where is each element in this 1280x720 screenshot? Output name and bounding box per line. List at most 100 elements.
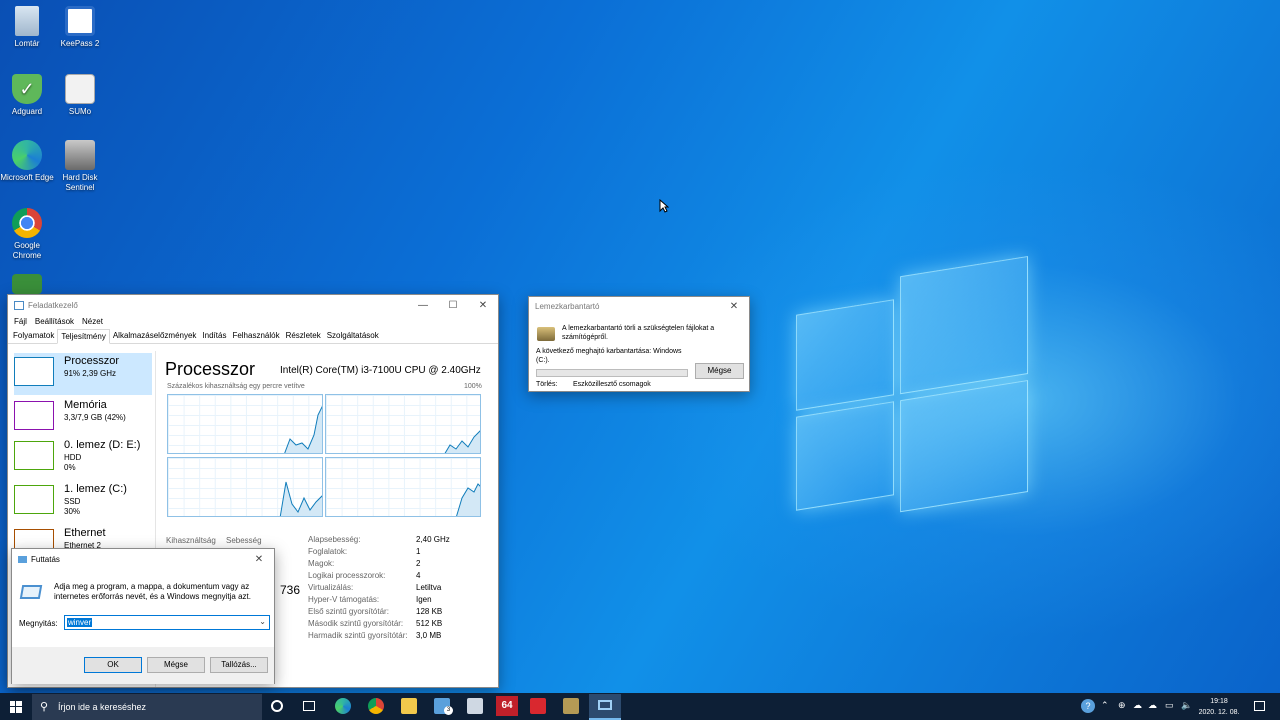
memory-thumbnail: [14, 401, 54, 430]
cpu-core-graph-4: [325, 457, 481, 517]
cortana-icon[interactable]: [271, 700, 283, 712]
task-view-icon[interactable]: [303, 701, 315, 711]
cpu-model: Intel(R) Core(TM) i3-7100U CPU @ 2.40GHz: [280, 365, 481, 376]
run-dialog: Futtatás ✕ Adja meg a program, a mappa, …: [11, 548, 275, 684]
desktop-icon-adguard[interactable]: ✓ Adguard: [0, 74, 54, 117]
disk-cleanup-titlebar[interactable]: Lemezkarbantartó ✕: [529, 297, 749, 315]
run-description: Adja meg a program, a mappa, a dokumentu…: [54, 582, 251, 601]
disk1-thumbnail: [14, 485, 54, 514]
search-box[interactable]: ⚲ Írjon ide a kereséshez: [32, 694, 262, 720]
tray-app-icon[interactable]: ⊕: [1118, 700, 1126, 711]
desktop-icon-keepass[interactable]: KeePass 2: [53, 6, 107, 49]
desktop-icon-chrome[interactable]: Google Chrome: [0, 208, 54, 261]
browse-button[interactable]: Tallózás...: [210, 657, 268, 673]
open-label: Megnyitás:: [19, 619, 58, 628]
spec-label: Második szintű gyorsítótár:: [308, 619, 404, 628]
onedrive-icon[interactable]: ☁: [1148, 700, 1157, 711]
adguard-icon: ✓: [12, 74, 42, 104]
tab-details[interactable]: Részletek: [283, 329, 324, 343]
menu-file[interactable]: Fájl: [14, 317, 27, 327]
ok-button[interactable]: OK: [84, 657, 142, 673]
windows-start-icon: [10, 701, 22, 713]
tab-startup[interactable]: Indítás: [199, 329, 229, 343]
disk-cleanup-icon: [537, 327, 555, 341]
menu-options[interactable]: Beállítások: [35, 317, 74, 327]
chevron-down-icon[interactable]: ⌄: [259, 617, 266, 626]
app-icon: [12, 274, 42, 294]
aida64-label: 64: [501, 700, 513, 711]
tab-processes[interactable]: Folyamatok: [10, 329, 57, 343]
desktop-icon-recycle-bin[interactable]: Lomtár: [0, 6, 54, 49]
task-manager-icon: [14, 300, 24, 310]
edge-taskbar-icon[interactable]: [335, 698, 351, 714]
tab-services[interactable]: Szolgáltatások: [324, 329, 382, 343]
cancel-button[interactable]: Mégse: [695, 363, 744, 379]
desktop-icon-sumo[interactable]: SUMo: [53, 74, 107, 117]
graph-caption: Százalékos kihasználtság egy percre vetí…: [167, 383, 305, 390]
cloud-icon[interactable]: ☁: [1133, 700, 1142, 711]
sidebar-item-cpu[interactable]: Processzor 91% 2,39 GHz: [14, 353, 152, 395]
chrome-taskbar-icon[interactable]: [368, 698, 384, 714]
close-button[interactable]: ✕: [719, 301, 749, 312]
start-button[interactable]: [0, 693, 32, 720]
keepass-icon: [65, 6, 95, 36]
disk-cleanup-taskbar-icon[interactable]: [563, 698, 579, 714]
graph-max-label: 100%: [464, 383, 482, 390]
cleanup-target: A következő meghajtó karbantartása: Wind…: [536, 348, 682, 364]
mail-icon[interactable]: 3: [434, 698, 453, 715]
spec-label: Hyper-V támogatás:: [308, 595, 380, 604]
tab-users[interactable]: Felhasználók: [229, 329, 282, 343]
window-title: Futtatás: [31, 554, 60, 564]
run-taskbar-button[interactable]: [589, 694, 621, 720]
search-icon: ⚲: [40, 701, 49, 713]
task-manager-taskbar-icon[interactable]: [467, 698, 483, 714]
spec-label: Foglalatok:: [308, 547, 348, 556]
notification-icon[interactable]: [1254, 701, 1265, 711]
spec-label: Harmadik szintű gyorsítótár:: [308, 631, 408, 640]
spec-value: Igen: [416, 595, 432, 604]
cancel-button[interactable]: Mégse: [147, 657, 205, 673]
spec-label: Első szintű gyorsítótár:: [308, 607, 389, 616]
disk0-thumbnail: [14, 441, 54, 470]
help-icon[interactable]: ?: [1081, 699, 1095, 713]
disk-cleanup-window: Lemezkarbantartó ✕ A lemezkarbantartó tö…: [528, 296, 750, 392]
run-dialog-titlebar[interactable]: Futtatás ✕: [12, 549, 274, 569]
network-icon[interactable]: ▭: [1165, 700, 1174, 711]
window-title: Lemezkarbantartó: [535, 301, 600, 311]
cleanup-progress-bar: [536, 369, 688, 377]
chevron-up-icon[interactable]: ⌃: [1101, 700, 1109, 711]
spec-label: Logikai processzorok:: [308, 571, 386, 580]
aida64-icon[interactable]: 64: [496, 696, 518, 716]
run-program-icon: [19, 585, 43, 599]
sidebar-item-disk0[interactable]: 0. lemez (D: E:) HDD 0%: [14, 437, 152, 479]
spec-value: 3,0 MB: [416, 631, 442, 640]
mail-badge: 3: [444, 706, 453, 715]
tab-performance[interactable]: Teljesítmény: [57, 329, 110, 344]
file-explorer-icon[interactable]: [401, 698, 417, 714]
hdsentinel-icon: [65, 140, 95, 170]
desktop-icon-edge[interactable]: Microsoft Edge: [0, 140, 54, 183]
minimize-button[interactable]: —: [408, 300, 438, 311]
red-app-icon[interactable]: [530, 698, 546, 714]
speaker-icon[interactable]: 🔈: [1181, 700, 1192, 711]
desktop-icon-hdsentinel[interactable]: Hard Disk Sentinel: [53, 140, 107, 193]
open-input[interactable]: winver: [67, 618, 93, 627]
clock-date: 2020. 12. 08.: [1198, 709, 1240, 716]
tab-app-history[interactable]: Alkalmazáselőzmények: [110, 329, 200, 343]
menu-view[interactable]: Nézet: [82, 317, 103, 327]
speed-label: Sebesség: [226, 536, 262, 545]
task-manager-titlebar[interactable]: Feladatkezelő — ☐ ✕: [8, 295, 498, 315]
sidebar-item-memory[interactable]: Memória 3,3/7,9 GB (42%): [14, 397, 152, 439]
close-button[interactable]: ✕: [468, 300, 498, 311]
clock[interactable]: 19:18 2020. 12. 08.: [1196, 696, 1242, 718]
cleanup-description: A lemezkarbantartó törli a szükségtelen …: [562, 325, 715, 341]
cpu-core-graph-1: [167, 394, 323, 454]
close-button[interactable]: ✕: [244, 554, 274, 565]
desktop-icon-partial[interactable]: [0, 274, 54, 294]
spec-value: 128 KB: [416, 607, 443, 616]
maximize-button[interactable]: ☐: [438, 300, 468, 311]
cpu-thumbnail: [14, 357, 54, 386]
sidebar-item-disk1[interactable]: 1. lemez (C:) SSD 30%: [14, 481, 152, 523]
open-combobox[interactable]: winver ⌄: [64, 615, 270, 630]
spec-value: 4: [416, 571, 421, 580]
